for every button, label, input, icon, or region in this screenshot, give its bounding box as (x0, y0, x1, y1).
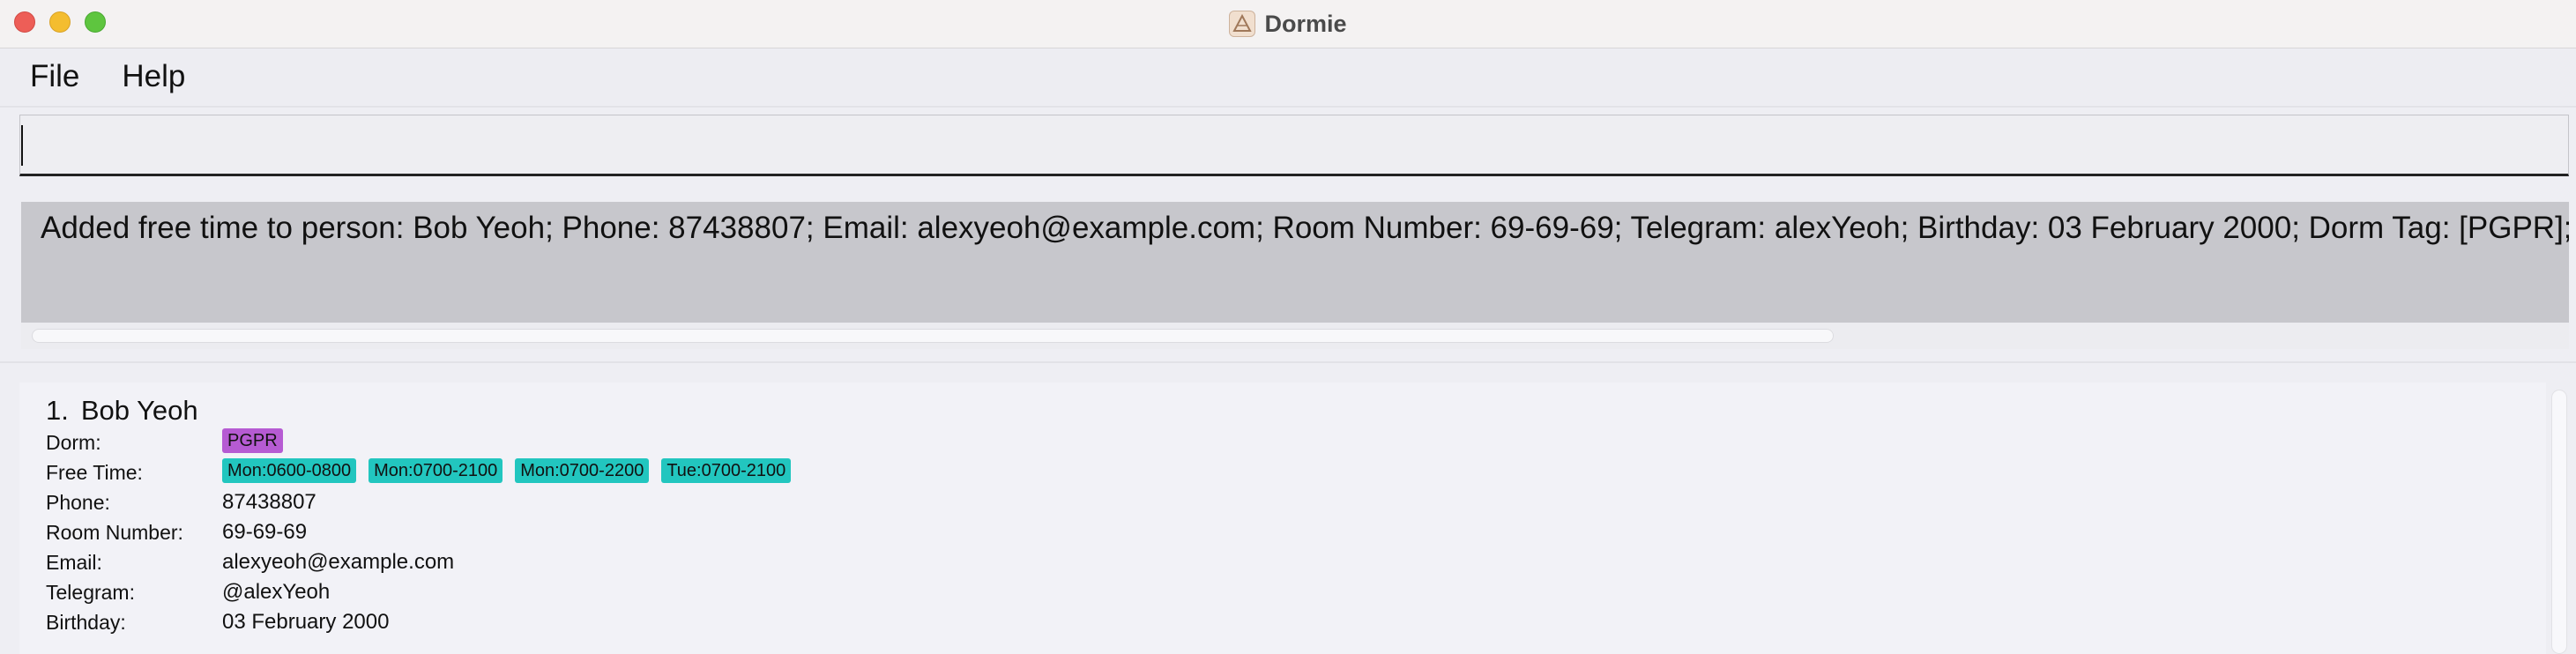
telegram-value: @alexYeoh (222, 580, 331, 604)
person-list: 1. Bob Yeoh Dorm: PGPR Free Time: Mon:060… (19, 383, 2546, 654)
panel-divider (0, 361, 2576, 363)
menu-help[interactable]: Help (95, 48, 201, 105)
person-name-line: 1. Bob Yeoh (46, 395, 198, 427)
menu-file[interactable]: File (0, 48, 95, 105)
result-scrollbar[interactable] (21, 323, 2569, 349)
dorm-tag: PGPR (222, 428, 283, 453)
dorm-label: Dorm: (46, 431, 101, 454)
birthday-label: Birthday: (46, 611, 126, 634)
person-name: Bob Yeoh (80, 395, 198, 426)
command-box[interactable] (19, 115, 2569, 176)
phone-label: Phone: (46, 491, 110, 514)
result-message: Added free time to person: Bob Yeoh; Pho… (41, 211, 2569, 245)
email-value: alexyeoh@example.com (222, 550, 455, 574)
free-time-tag: Mon:0700-2200 (515, 458, 650, 483)
room-value: 69-69-69 (222, 520, 308, 544)
window-title: Dormie (1264, 10, 1347, 37)
room-label: Room Number: (46, 521, 183, 544)
free-time-tag: Tue:0700-2100 (661, 458, 792, 483)
free-time-tag: Mon:0600-0800 (222, 458, 357, 483)
birthday-value: 03 February 2000 (222, 610, 390, 634)
email-label: Email: (46, 551, 102, 574)
menu-divider (0, 106, 2576, 108)
text-caret (21, 125, 23, 166)
phone-value: 87438807 (222, 490, 316, 514)
menu-bar: File Help (0, 48, 2576, 105)
person-index: 1. (46, 395, 69, 426)
command-input[interactable] (33, 124, 2557, 167)
app-window: Dormie File Help Added free time to pers… (0, 0, 2576, 654)
telegram-label: Telegram: (46, 581, 135, 604)
dormie-app-icon (1229, 11, 1256, 37)
title-wrap: Dormie (0, 0, 2576, 48)
result-display: Added free time to person: Bob Yeoh; Pho… (21, 202, 2569, 323)
list-scrollbar[interactable] (2551, 390, 2567, 654)
result-scrollbar-thumb[interactable] (32, 329, 1834, 343)
free-time-tag: Mon:0700-2100 (369, 458, 503, 483)
free-time-label: Free Time: (46, 461, 143, 484)
dorm-tags: PGPR (222, 428, 295, 453)
free-time-tags: Mon:0600-0800 Mon:0700-2100 Mon:0700-2200 T… (222, 458, 803, 483)
title-bar[interactable]: Dormie (0, 0, 2576, 48)
